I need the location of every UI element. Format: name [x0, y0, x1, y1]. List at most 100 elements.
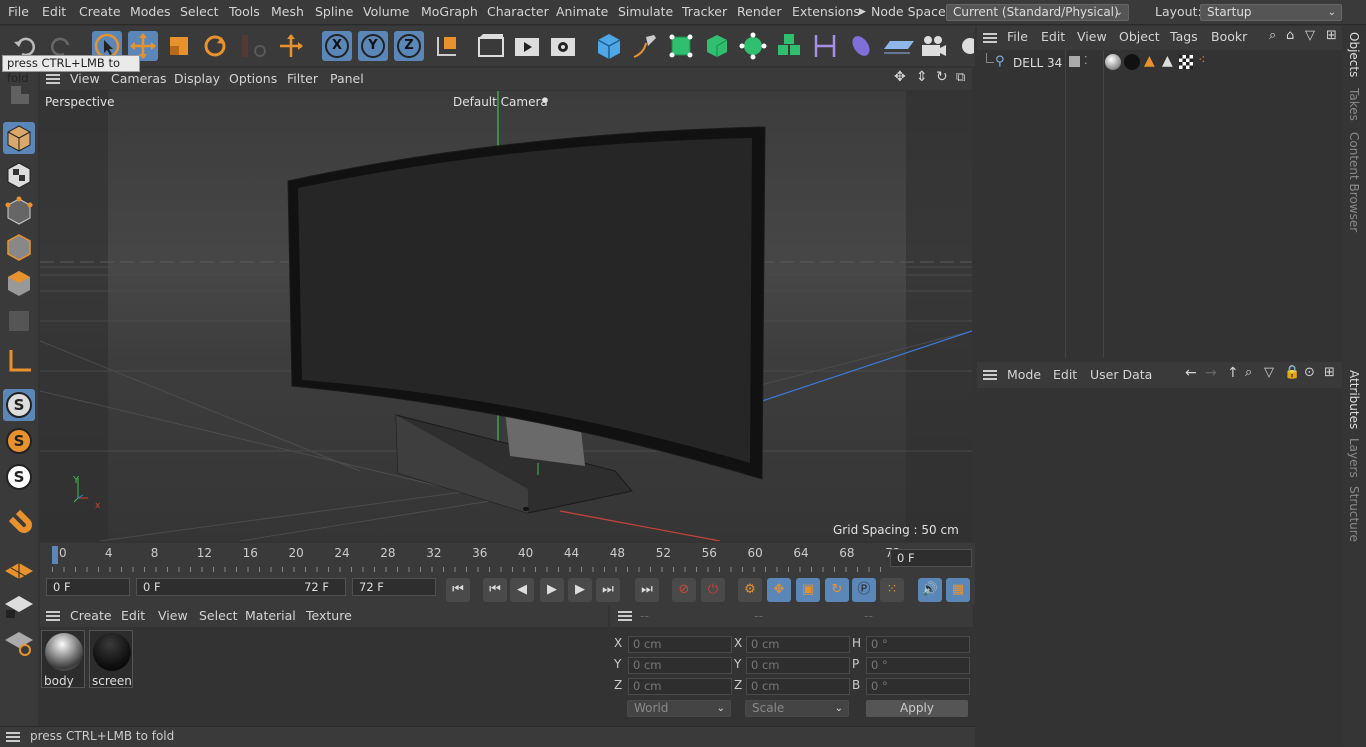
- viewport-pan-icon[interactable]: ✥: [894, 69, 906, 85]
- hamburger-icon[interactable]: [983, 33, 997, 43]
- forward-arrow-icon[interactable]: →: [1205, 365, 1217, 381]
- attribute-menu-mode[interactable]: Mode: [1007, 367, 1041, 382]
- viewport-menu-filter[interactable]: Filter: [287, 71, 318, 86]
- material-menu-texture[interactable]: Texture: [306, 608, 352, 623]
- object-name[interactable]: DELL 34: [1013, 56, 1062, 70]
- menu-file[interactable]: File: [8, 4, 29, 19]
- search-icon[interactable]: ⌕: [1245, 365, 1252, 380]
- key-scale-icon[interactable]: ▣: [796, 578, 820, 602]
- uvw-tag-icon[interactable]: [1179, 55, 1193, 69]
- object-mode-icon[interactable]: [3, 122, 35, 154]
- phong-tag-icon[interactable]: ▲: [1162, 53, 1173, 69]
- search-icon[interactable]: ⌕: [1269, 28, 1276, 43]
- snap-icon[interactable]: S: [3, 389, 35, 421]
- viewport-menu-view[interactable]: View: [70, 71, 100, 86]
- play-icon[interactable]: ▶: [540, 578, 564, 602]
- next-frame-icon[interactable]: ▶: [568, 578, 592, 602]
- target-icon[interactable]: ⊙: [1304, 365, 1315, 380]
- cube-icon[interactable]: [594, 31, 624, 61]
- hamburger-icon[interactable]: [618, 611, 632, 621]
- transform-tool-icon[interactable]: [276, 31, 306, 61]
- pen-spline-icon[interactable]: [630, 31, 660, 61]
- cloner-icon[interactable]: [738, 31, 768, 61]
- 3d-viewport[interactable]: Y x Perspective Default Camera ⏺ Grid Sp…: [40, 91, 972, 541]
- tab-layers[interactable]: Layers: [1347, 438, 1361, 478]
- end-frame-field[interactable]: 72 F: [352, 578, 436, 596]
- viewport-menu-panel[interactable]: Panel: [330, 71, 364, 86]
- menu-simulate[interactable]: Simulate: [618, 4, 673, 19]
- autokey-icon[interactable]: ⏻: [701, 578, 725, 602]
- tab-takes[interactable]: Takes: [1347, 88, 1361, 121]
- workplane-snap-icon[interactable]: S: [3, 461, 35, 493]
- object-row-dell34[interactable]: ⚲ DELL 34 ⁚ ▲ ▲ ⁖: [983, 53, 1343, 73]
- size-z-field[interactable]: 0 cm: [746, 678, 850, 695]
- polygons-mode-icon[interactable]: [3, 267, 35, 299]
- menu-mograph[interactable]: MoGraph: [421, 4, 478, 19]
- hamburger-icon[interactable]: [6, 732, 20, 742]
- object-menu-object[interactable]: Object: [1119, 29, 1160, 44]
- edges-mode-icon[interactable]: [3, 231, 35, 263]
- psr-tool-icon[interactable]: [238, 31, 268, 61]
- position-z-field[interactable]: 0 cm: [628, 678, 732, 695]
- menu-animate[interactable]: Animate: [556, 4, 608, 19]
- extrude-icon[interactable]: [702, 31, 732, 61]
- menu-extensions[interactable]: Extensions: [792, 4, 860, 19]
- prev-key-icon[interactable]: ⏮: [483, 578, 507, 602]
- material-menu-create[interactable]: Create: [70, 608, 112, 623]
- material-menu-edit[interactable]: Edit: [121, 608, 145, 623]
- viewport-maximize-icon[interactable]: ⧉: [956, 70, 965, 85]
- hamburger-icon[interactable]: [46, 611, 60, 621]
- film-icon[interactable]: ▦: [946, 578, 970, 602]
- next-key-icon[interactable]: ⏭: [596, 578, 620, 602]
- rotation-h-field[interactable]: 0 °: [866, 636, 970, 653]
- attribute-menu-user-data[interactable]: User Data: [1090, 367, 1152, 382]
- rotation-p-field[interactable]: 0 °: [866, 657, 970, 674]
- key-parameter-icon[interactable]: Ⓟ: [852, 578, 876, 602]
- key-rotation-icon[interactable]: ↻: [825, 578, 849, 602]
- menu-render[interactable]: Render: [737, 4, 782, 19]
- keyframe-settings-icon[interactable]: ⚙: [738, 578, 762, 602]
- new-window-icon[interactable]: ⊞: [1326, 28, 1337, 43]
- goto-end-icon[interactable]: ⏭: [635, 578, 659, 602]
- material-menu-material[interactable]: Material: [245, 608, 296, 623]
- coordinate-mode-dropdown[interactable]: Scale ⌄: [745, 700, 849, 717]
- mograph-cloner-icon[interactable]: [774, 31, 804, 61]
- object-menu-tags[interactable]: Tags: [1170, 29, 1198, 44]
- goto-start-icon[interactable]: ⏮: [446, 578, 470, 602]
- workplane-icon[interactable]: [3, 555, 35, 587]
- z-axis-lock-button[interactable]: Z: [394, 31, 424, 61]
- frame-range-slider[interactable]: 0 F 72 F: [136, 578, 346, 596]
- hamburger-icon[interactable]: [983, 370, 997, 380]
- snap-settings-icon[interactable]: S: [3, 425, 35, 457]
- material-swatch-body[interactable]: body: [41, 630, 85, 688]
- menu-modes[interactable]: Modes: [130, 4, 171, 19]
- uv-mode-icon[interactable]: [3, 305, 35, 337]
- selection-tag-icon[interactable]: ⁖: [1198, 53, 1206, 68]
- rotate-tool-icon[interactable]: [200, 31, 230, 61]
- menu-character[interactable]: Character: [487, 4, 549, 19]
- coordinate-space-dropdown[interactable]: World ⌄: [627, 700, 731, 717]
- filter-icon[interactable]: ▽: [1305, 28, 1315, 43]
- timeline-ruler[interactable]: 04812162024283236404448525660646872 0 F: [40, 543, 975, 575]
- subdivision-icon[interactable]: [666, 31, 696, 61]
- menu-edit[interactable]: Edit: [42, 4, 66, 19]
- tab-objects[interactable]: Objects: [1347, 32, 1361, 77]
- coordinate-system-icon[interactable]: [432, 31, 462, 61]
- key-pla-icon[interactable]: ⁙: [880, 578, 904, 602]
- magnet-icon[interactable]: [3, 509, 35, 541]
- object-menu-view[interactable]: View: [1077, 29, 1107, 44]
- key-position-icon[interactable]: ✥: [767, 578, 791, 602]
- attribute-menu-edit[interactable]: Edit: [1053, 367, 1077, 382]
- menu-spline[interactable]: Spline: [315, 4, 353, 19]
- back-arrow-icon[interactable]: ←: [1185, 365, 1197, 381]
- material-swatch-screen[interactable]: screen: [89, 630, 133, 688]
- menu-select[interactable]: Select: [180, 4, 219, 19]
- node-space-dropdown[interactable]: Current (Standard/Physical) ⌄: [946, 4, 1129, 21]
- floor-icon[interactable]: [882, 31, 914, 61]
- field-icon[interactable]: [846, 31, 876, 61]
- size-y-field[interactable]: 0 cm: [746, 657, 850, 674]
- render-settings-icon[interactable]: [548, 31, 578, 61]
- position-y-field[interactable]: 0 cm: [628, 657, 732, 674]
- home-icon[interactable]: ⌂: [1286, 28, 1294, 43]
- axis-mode-icon[interactable]: [3, 344, 35, 376]
